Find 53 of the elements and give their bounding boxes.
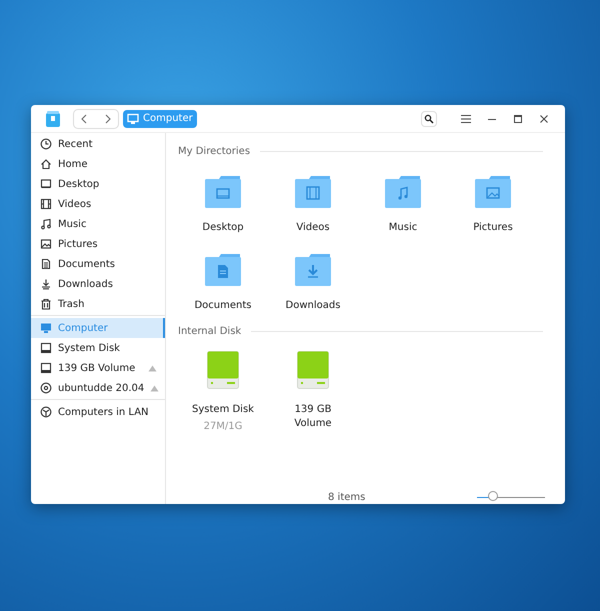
item-label: Music (388, 221, 418, 235)
sidebar-item[interactable]: System Disk (31, 338, 165, 358)
picture-icon (40, 238, 52, 250)
folder-icon[interactable] (384, 175, 422, 209)
drive-icon (40, 362, 52, 374)
item-label: Desktop (202, 221, 244, 235)
item-label: Documents (194, 299, 252, 313)
section-title: Internal Disk (178, 326, 242, 337)
search-icon[interactable] (424, 114, 434, 124)
item-label: Pictures (473, 221, 513, 235)
home-icon (40, 158, 52, 170)
item-label: 139 GB Volume (293, 403, 333, 431)
folder-icon[interactable] (474, 175, 512, 209)
folder-icon[interactable] (294, 253, 332, 287)
section-title: My Directories (178, 146, 250, 157)
film-icon (40, 198, 52, 210)
clock-icon (40, 138, 52, 150)
sidebar-item[interactable]: Desktop (31, 174, 165, 194)
sidebar-item[interactable]: Pictures (31, 234, 165, 254)
sidebar-item[interactable]: Trash (31, 294, 165, 314)
sidebar-item[interactable]: Music (31, 214, 165, 234)
item-count: 8 items (328, 492, 366, 502)
download-icon (40, 278, 52, 290)
folder-icon[interactable] (204, 253, 242, 287)
sidebar-item[interactable]: Documents (31, 254, 165, 274)
folder-icon[interactable] (294, 175, 332, 209)
document-icon (40, 258, 52, 270)
sidebar-item[interactable]: Home (31, 154, 165, 174)
drive-icon (40, 342, 52, 354)
app-logo-icon (45, 110, 61, 128)
item-label: System Disk (192, 403, 254, 417)
slider-thumb[interactable] (488, 491, 498, 501)
disc-icon (40, 382, 52, 394)
item-label: Downloads (286, 299, 340, 313)
network-icon (40, 406, 52, 418)
search-button[interactable] (421, 110, 437, 126)
sidebar-item[interactable]: 139 GB Volume (31, 358, 165, 378)
computer-icon (127, 112, 139, 124)
sidebar-item[interactable]: Videos (31, 194, 165, 214)
item-label: Videos (296, 221, 330, 235)
eject-icon[interactable] (148, 364, 157, 372)
disk-usage: 27M/1G (204, 421, 242, 432)
sidebar-item[interactable]: Recent (31, 134, 165, 154)
music-note-icon (40, 218, 52, 230)
folder-icon[interactable] (204, 175, 242, 209)
sidebar-item[interactable]: ubuntudde 20.04 (31, 378, 165, 398)
sidebar-item[interactable]: Computers in LAN (31, 402, 165, 422)
trash-icon (40, 298, 52, 310)
computer-icon (40, 322, 52, 334)
monitor-icon (40, 178, 52, 190)
zoom-slider[interactable] (477, 491, 545, 503)
eject-icon[interactable] (150, 384, 160, 392)
sidebar-item[interactable]: Downloads (31, 274, 165, 294)
